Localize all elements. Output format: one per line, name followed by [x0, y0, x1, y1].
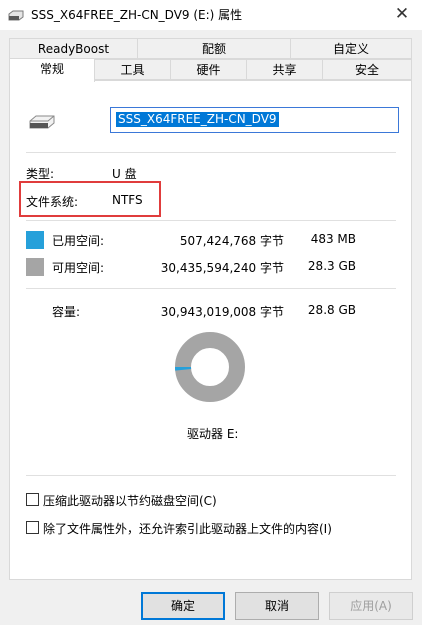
separator — [26, 220, 396, 221]
usb-drive-icon — [29, 115, 55, 129]
tab-security[interactable]: 安全 — [322, 59, 412, 80]
ok-button[interactable]: 确定 — [141, 592, 225, 620]
tab-sharing[interactable]: 共享 — [246, 59, 323, 80]
tab-hardware[interactable]: 硬件 — [170, 59, 247, 80]
separator — [26, 475, 396, 476]
used-space-size: 483 MB — [310, 232, 356, 246]
cancel-button[interactable]: 取消 — [235, 592, 319, 620]
free-space-swatch — [26, 258, 44, 276]
free-space-ring — [175, 332, 245, 402]
close-icon[interactable]: ✕ — [382, 0, 422, 30]
compress-label[interactable]: 压缩此驱动器以节约磁盘空间(C) — [43, 492, 217, 509]
drive-name-input[interactable]: SSS_X64FREE_ZH-CN_DV9 — [110, 107, 399, 133]
drive-name-selected-text: SSS_X64FREE_ZH-CN_DV9 — [116, 112, 279, 127]
usb-drive-icon — [8, 10, 24, 21]
capacity-bytes: 30,943,019,008 字节 — [160, 305, 284, 319]
type-label: 类型: — [26, 167, 55, 181]
used-space-bytes: 507,424,768 字节 — [179, 234, 284, 248]
index-label[interactable]: 除了文件属性外，还允许索引此驱动器上文件的内容(I) — [43, 520, 332, 537]
free-space-label: 可用空间: — [52, 261, 105, 275]
apply-button[interactable]: 应用(A) — [329, 592, 413, 620]
window-title: SSS_X64FREE_ZH-CN_DV9 (E:) 属性 — [31, 8, 243, 22]
tab-readyboost[interactable]: ReadyBoost — [9, 38, 138, 59]
capacity-size: 28.8 GB — [307, 303, 356, 317]
used-space-label: 已用空间: — [52, 234, 105, 248]
tab-customize[interactable]: 自定义 — [290, 38, 412, 59]
title-bar: SSS_X64FREE_ZH-CN_DV9 (E:) 属性 ✕ — [0, 0, 422, 30]
free-space-bytes: 30,435,594,240 字节 — [160, 261, 284, 275]
tab-general[interactable]: 常规 — [9, 58, 95, 82]
separator — [26, 152, 396, 153]
used-space-swatch — [26, 231, 44, 249]
drive-letter-label: 驱动器 E: — [187, 427, 239, 441]
space-donut-chart — [175, 332, 245, 402]
type-value: U 盘 — [112, 167, 137, 181]
tab-tools[interactable]: 工具 — [94, 59, 171, 80]
separator — [26, 288, 396, 289]
capacity-label: 容量: — [52, 305, 81, 319]
index-checkbox[interactable] — [26, 521, 39, 534]
compress-checkbox[interactable] — [26, 493, 39, 506]
highlight-box — [19, 181, 161, 217]
tab-quota[interactable]: 配额 — [137, 38, 291, 59]
free-space-size: 28.3 GB — [307, 259, 356, 273]
